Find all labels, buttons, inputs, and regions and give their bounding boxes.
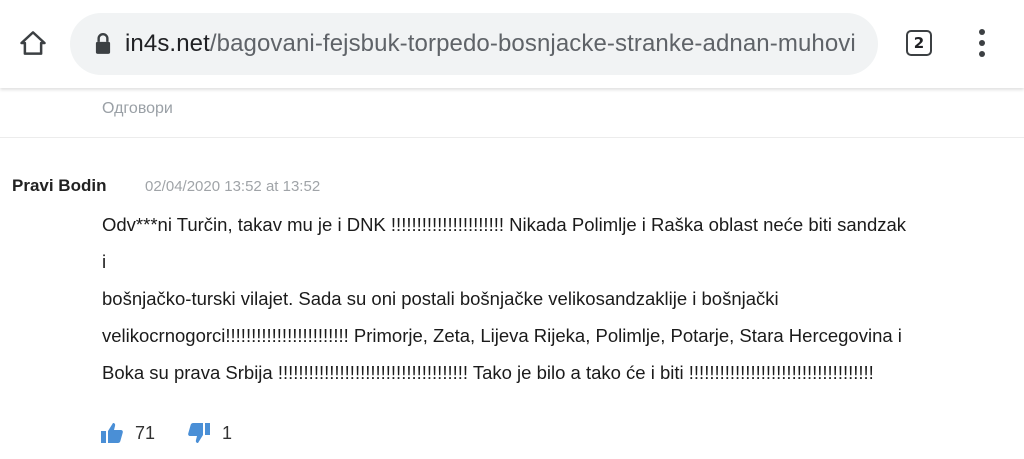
like-count: 71 — [135, 422, 156, 443]
url-host: in4s.net — [125, 30, 210, 57]
more-vert-icon[interactable] — [970, 26, 994, 60]
comment-body: Odv***ni Turčin, takav mu je i DNK !!!!!… — [102, 206, 1007, 391]
thumbs-down-icon — [188, 423, 211, 443]
lock-icon — [95, 33, 111, 54]
home-icon — [20, 31, 46, 55]
dislike-button[interactable]: 1 — [187, 421, 232, 445]
home-button[interactable] — [12, 22, 54, 64]
comment-line: i — [102, 251, 107, 272]
url-text: in4s.net/bagovani-fejsbuk-torpedo-bosnja… — [125, 30, 856, 58]
address-bar[interactable]: in4s.net/bagovani-fejsbuk-torpedo-bosnja… — [70, 13, 878, 75]
dislike-count: 1 — [222, 422, 233, 443]
tabs-button[interactable]: 2 — [906, 30, 932, 56]
comment-line: velikocrnogorci!!!!!!!!!!!!!!!!!!!!!!!! … — [102, 325, 902, 346]
browser-toolbar: in4s.net/bagovani-fejsbuk-torpedo-bosnja… — [0, 0, 1024, 88]
tab-count: 2 — [913, 34, 925, 52]
reply-link[interactable]: Одговори — [102, 100, 173, 118]
comment-line: Odv***ni Turčin, takav mu je i DNK !!!!!… — [102, 214, 907, 235]
comment-line: bošnjačko-turski vilajet. Sada su oni po… — [102, 288, 779, 309]
comment-divider — [0, 137, 1024, 138]
comment-line: Boka su prava Srbija !!!!!!!!!!!!!!!!!!!… — [102, 362, 874, 383]
comment-timestamp: 02/04/2020 13:52 at 13:52 — [145, 178, 321, 195]
url-path: /bagovani-fejsbuk-torpedo-bosnjacke-stra… — [209, 30, 856, 57]
thumbs-up-icon — [101, 423, 123, 443]
vote-bar: 71 1 — [100, 421, 232, 445]
comment-author[interactable]: Pravi Bodin — [12, 176, 106, 196]
like-button[interactable]: 71 — [100, 421, 155, 445]
